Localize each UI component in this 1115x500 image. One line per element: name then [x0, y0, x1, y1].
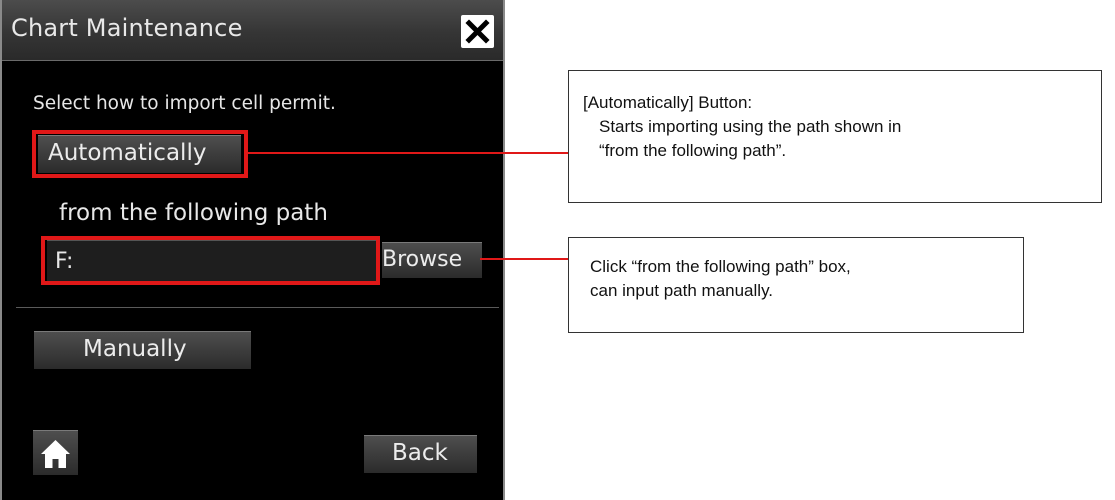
automatically-connector-line	[248, 152, 568, 154]
browse-button[interactable]: Browse	[382, 242, 482, 278]
close-icon	[465, 19, 490, 44]
instruction-text: Select how to import cell permit.	[33, 93, 336, 114]
callout-text: Starts importing using the path shown in	[599, 117, 902, 136]
title-bar: Chart Maintenance	[2, 0, 503, 61]
callout-text: can input path manually.	[590, 281, 774, 300]
path-connector-line	[480, 258, 568, 260]
home-button[interactable]	[33, 430, 78, 475]
path-label: from the following path	[59, 200, 328, 226]
callout-text: Click “from the following path” box,	[590, 257, 851, 276]
path-highlight	[41, 236, 380, 285]
manually-button[interactable]: Manually	[34, 331, 251, 369]
callout-heading: [Automatically] Button:	[583, 93, 753, 112]
dialog-title: Chart Maintenance	[11, 14, 243, 42]
back-button[interactable]: Back	[364, 435, 477, 473]
automatically-callout: [Automatically] Button: Starts importing…	[568, 70, 1102, 203]
close-button[interactable]	[461, 15, 494, 48]
callout-text: “from the following path”.	[599, 141, 787, 160]
home-icon	[41, 440, 70, 468]
path-callout: Click “from the following path” box, can…	[568, 237, 1024, 333]
divider	[16, 307, 499, 308]
automatically-highlight	[32, 130, 248, 178]
